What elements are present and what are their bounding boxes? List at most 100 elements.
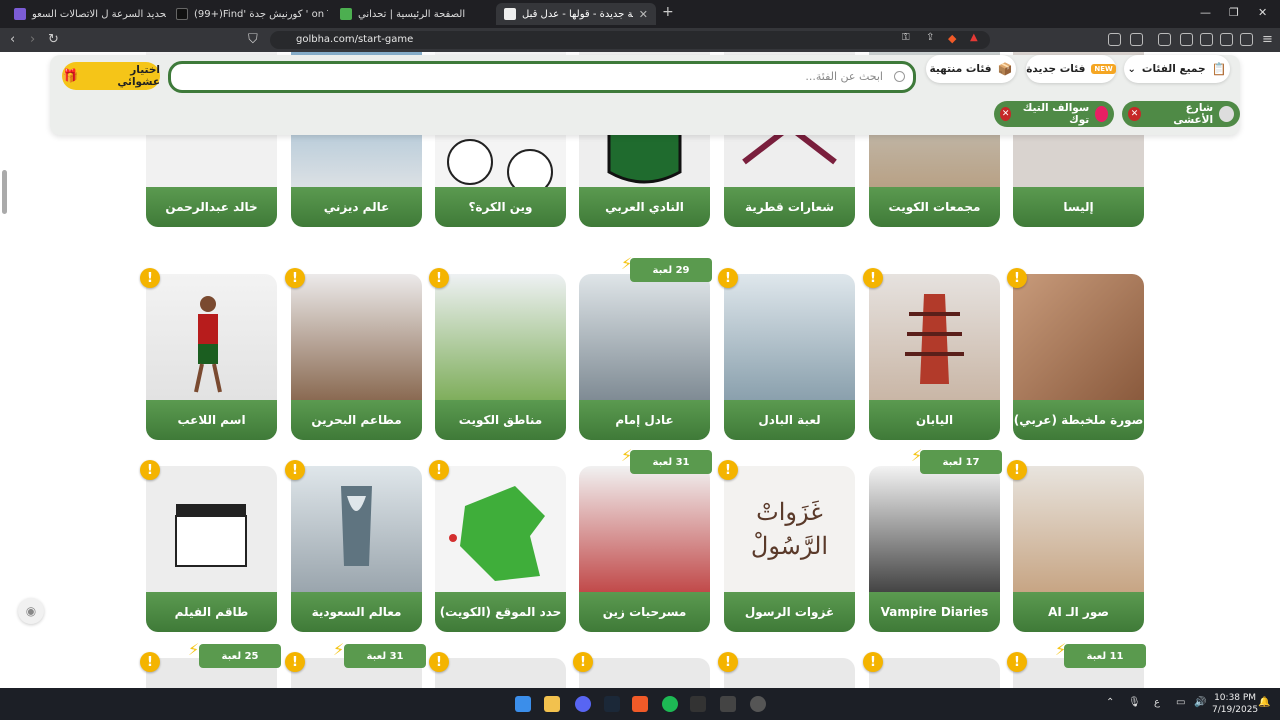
tab-active-start-game[interactable]: بدء لعبة جديدة - قولها - عدل قبل ✕ <box>496 3 656 25</box>
warning-icon: ! <box>573 652 593 672</box>
category-image <box>291 466 422 592</box>
category-label: صورة ملخبطة (عربي) <box>1013 400 1144 440</box>
xbox-icon[interactable] <box>720 696 736 712</box>
menu-icon[interactable]: ≡ <box>1262 32 1273 47</box>
volume-icon[interactable]: 🔊 <box>1194 697 1206 708</box>
brave-icon[interactable] <box>632 696 648 712</box>
filter-panel: اختيار عشوائي 🎁 ابحث عن الفئة... 📦 فئات … <box>50 55 1240 135</box>
search-input[interactable]: ابحث عن الفئة... <box>168 61 916 93</box>
file-explorer-icon[interactable] <box>544 696 560 712</box>
new-categories-button[interactable]: NEW فئات جديدة <box>1026 55 1116 83</box>
eye-icon[interactable]: ◉ <box>18 598 44 624</box>
extensions-icon[interactable] <box>1108 33 1121 46</box>
category-card[interactable]: اليابان ! <box>863 268 1000 440</box>
games-count-badge: 17 لعبة <box>920 450 1002 474</box>
category-card[interactable]: مناطق الكويت ! <box>429 268 566 440</box>
pagoda-icon <box>905 294 964 384</box>
next-app-icon[interactable] <box>690 696 706 712</box>
category-card[interactable]: صور الـ AI ! <box>1007 460 1144 632</box>
category-card[interactable]: طاقم الفيلم ! <box>140 460 277 632</box>
minimize-icon[interactable]: — <box>1200 6 1211 19</box>
download-icon[interactable] <box>1158 33 1171 46</box>
warning-icon: ! <box>1007 268 1027 288</box>
category-card[interactable]: معالم السعودية ! <box>285 460 422 632</box>
tab-tiktok[interactable]: (99+)Find' كورنيش جدة ' on TikTok | T <box>168 3 328 25</box>
lightning-icon: ⚡ <box>911 446 923 465</box>
steam-icon[interactable] <box>604 696 620 712</box>
sidebar-icon[interactable] <box>1180 33 1193 46</box>
remove-chip-icon[interactable]: ✕ <box>1000 107 1012 121</box>
close-window-icon[interactable]: ✕ <box>1258 6 1267 19</box>
warning-icon: ! <box>429 652 449 672</box>
ended-categories-button[interactable]: 📦 فئات منتهية <box>926 55 1016 83</box>
vpn-icon[interactable] <box>1240 33 1253 46</box>
reload-icon[interactable]: ↻ <box>48 32 59 47</box>
tray-chevron-icon[interactable]: ⌃ <box>1106 697 1114 708</box>
key-icon[interactable]: ⚿ <box>902 32 910 43</box>
restore-icon[interactable]: ❐ <box>1229 6 1239 19</box>
all-categories-dropdown[interactable]: 📋 جميع الفئات ⌄ <box>1124 55 1230 83</box>
category-card[interactable]: مسرحيات زين 31 لعبة ⚡ <box>579 446 712 632</box>
scrollbar[interactable] <box>0 52 10 688</box>
brave-shield-icon[interactable]: ◆ <box>948 32 956 45</box>
screenshot-icon[interactable] <box>1130 33 1143 46</box>
kuwait-map-icon <box>449 486 545 581</box>
category-card[interactable]: ! <box>429 652 566 688</box>
scrollbar-thumb[interactable] <box>2 170 7 214</box>
network-icon[interactable]: ▭ <box>1176 697 1185 708</box>
category-card[interactable]: ! <box>718 652 855 688</box>
back-icon[interactable]: ‹ <box>10 32 15 47</box>
mic-icon[interactable]: 🎙 <box>1128 697 1141 708</box>
close-tab-icon[interactable]: ✕ <box>639 8 648 21</box>
ai-icon[interactable] <box>1220 33 1233 46</box>
category-card[interactable]: عادل إمام 29 لعبة ⚡ <box>579 254 712 440</box>
category-card[interactable]: Vampire Diaries 17 لعبة ⚡ <box>869 446 1002 632</box>
warning-icon: ! <box>718 652 738 672</box>
category-card[interactable]: ! <box>573 652 710 688</box>
category-card[interactable]: لعبة البادل ! <box>718 268 855 440</box>
category-card[interactable]: ! 31 لعبة ⚡ <box>285 640 426 688</box>
input-language[interactable]: ع <box>1154 697 1160 708</box>
selected-chip-tiktok[interactable]: سوالف التيك توك ✕ <box>994 101 1114 127</box>
tab-tahadani[interactable]: الصفحة الرئيسية | تحداني <box>332 3 492 25</box>
tab-speed-limit[interactable]: تخطى تحديد السرعة ل الاتصالات السعو <box>6 3 166 25</box>
notification-bell-icon[interactable]: 🔔 <box>1258 697 1270 708</box>
category-image <box>146 274 277 400</box>
brave-rewards-icon[interactable]: ▲ <box>970 32 978 43</box>
category-card[interactable]: غَزَواتْ الرَّسُولْ غزوات الرسول ! <box>718 460 855 632</box>
warning-icon: ! <box>1007 652 1027 672</box>
category-label: وين الكرة؟ <box>435 187 566 227</box>
category-label: مجمعات الكويت <box>869 187 1000 227</box>
new-tab-button[interactable]: + <box>662 4 674 20</box>
clock[interactable]: 10:38 PM 7/19/2025 <box>1212 692 1258 716</box>
category-card[interactable]: اسم اللاعب ! <box>140 268 277 440</box>
remove-chip-icon[interactable]: ✕ <box>1127 107 1142 121</box>
category-label: النادي العربي <box>579 187 710 227</box>
category-card[interactable]: ! 25 لعبة ⚡ <box>140 640 281 688</box>
games-count-badge: 31 لعبة <box>344 644 426 668</box>
tiktok-icon <box>176 8 188 20</box>
category-card[interactable]: ! 11 لعبة ⚡ <box>1007 640 1146 688</box>
category-card[interactable]: صورة ملخبطة (عربي) ! <box>1007 268 1144 440</box>
category-card[interactable]: حدد الموقع (الكويت) ! <box>429 460 566 632</box>
discord-icon[interactable] <box>575 696 591 712</box>
category-card[interactable]: ! <box>863 652 1000 688</box>
bookmark-icon[interactable]: ⛉ <box>248 32 258 47</box>
random-pick-button[interactable]: اختيار عشوائي 🎁 <box>62 62 160 90</box>
wallet-icon[interactable] <box>1200 33 1213 46</box>
category-image <box>724 274 855 400</box>
share-icon[interactable]: ⇪ <box>926 32 934 43</box>
games-count-badge: 25 لعبة <box>199 644 281 668</box>
category-card[interactable]: مطاعم البحرين ! <box>285 268 422 440</box>
app-icon[interactable] <box>750 696 766 712</box>
windows-start-icon[interactable] <box>515 696 531 712</box>
games-count-badge: 29 لعبة <box>630 258 712 282</box>
spotify-icon[interactable] <box>662 696 678 712</box>
url-field[interactable]: golbha.com/start-game <box>270 31 990 49</box>
forward-icon[interactable]: › <box>30 32 35 47</box>
category-label: اليابان <box>869 400 1000 440</box>
lightning-icon: ⚡ <box>188 640 200 659</box>
category-label: مناطق الكويت <box>435 400 566 440</box>
selected-chip-asha[interactable]: شارع الأعشى ✕ <box>1122 101 1240 127</box>
category-image <box>435 274 566 400</box>
